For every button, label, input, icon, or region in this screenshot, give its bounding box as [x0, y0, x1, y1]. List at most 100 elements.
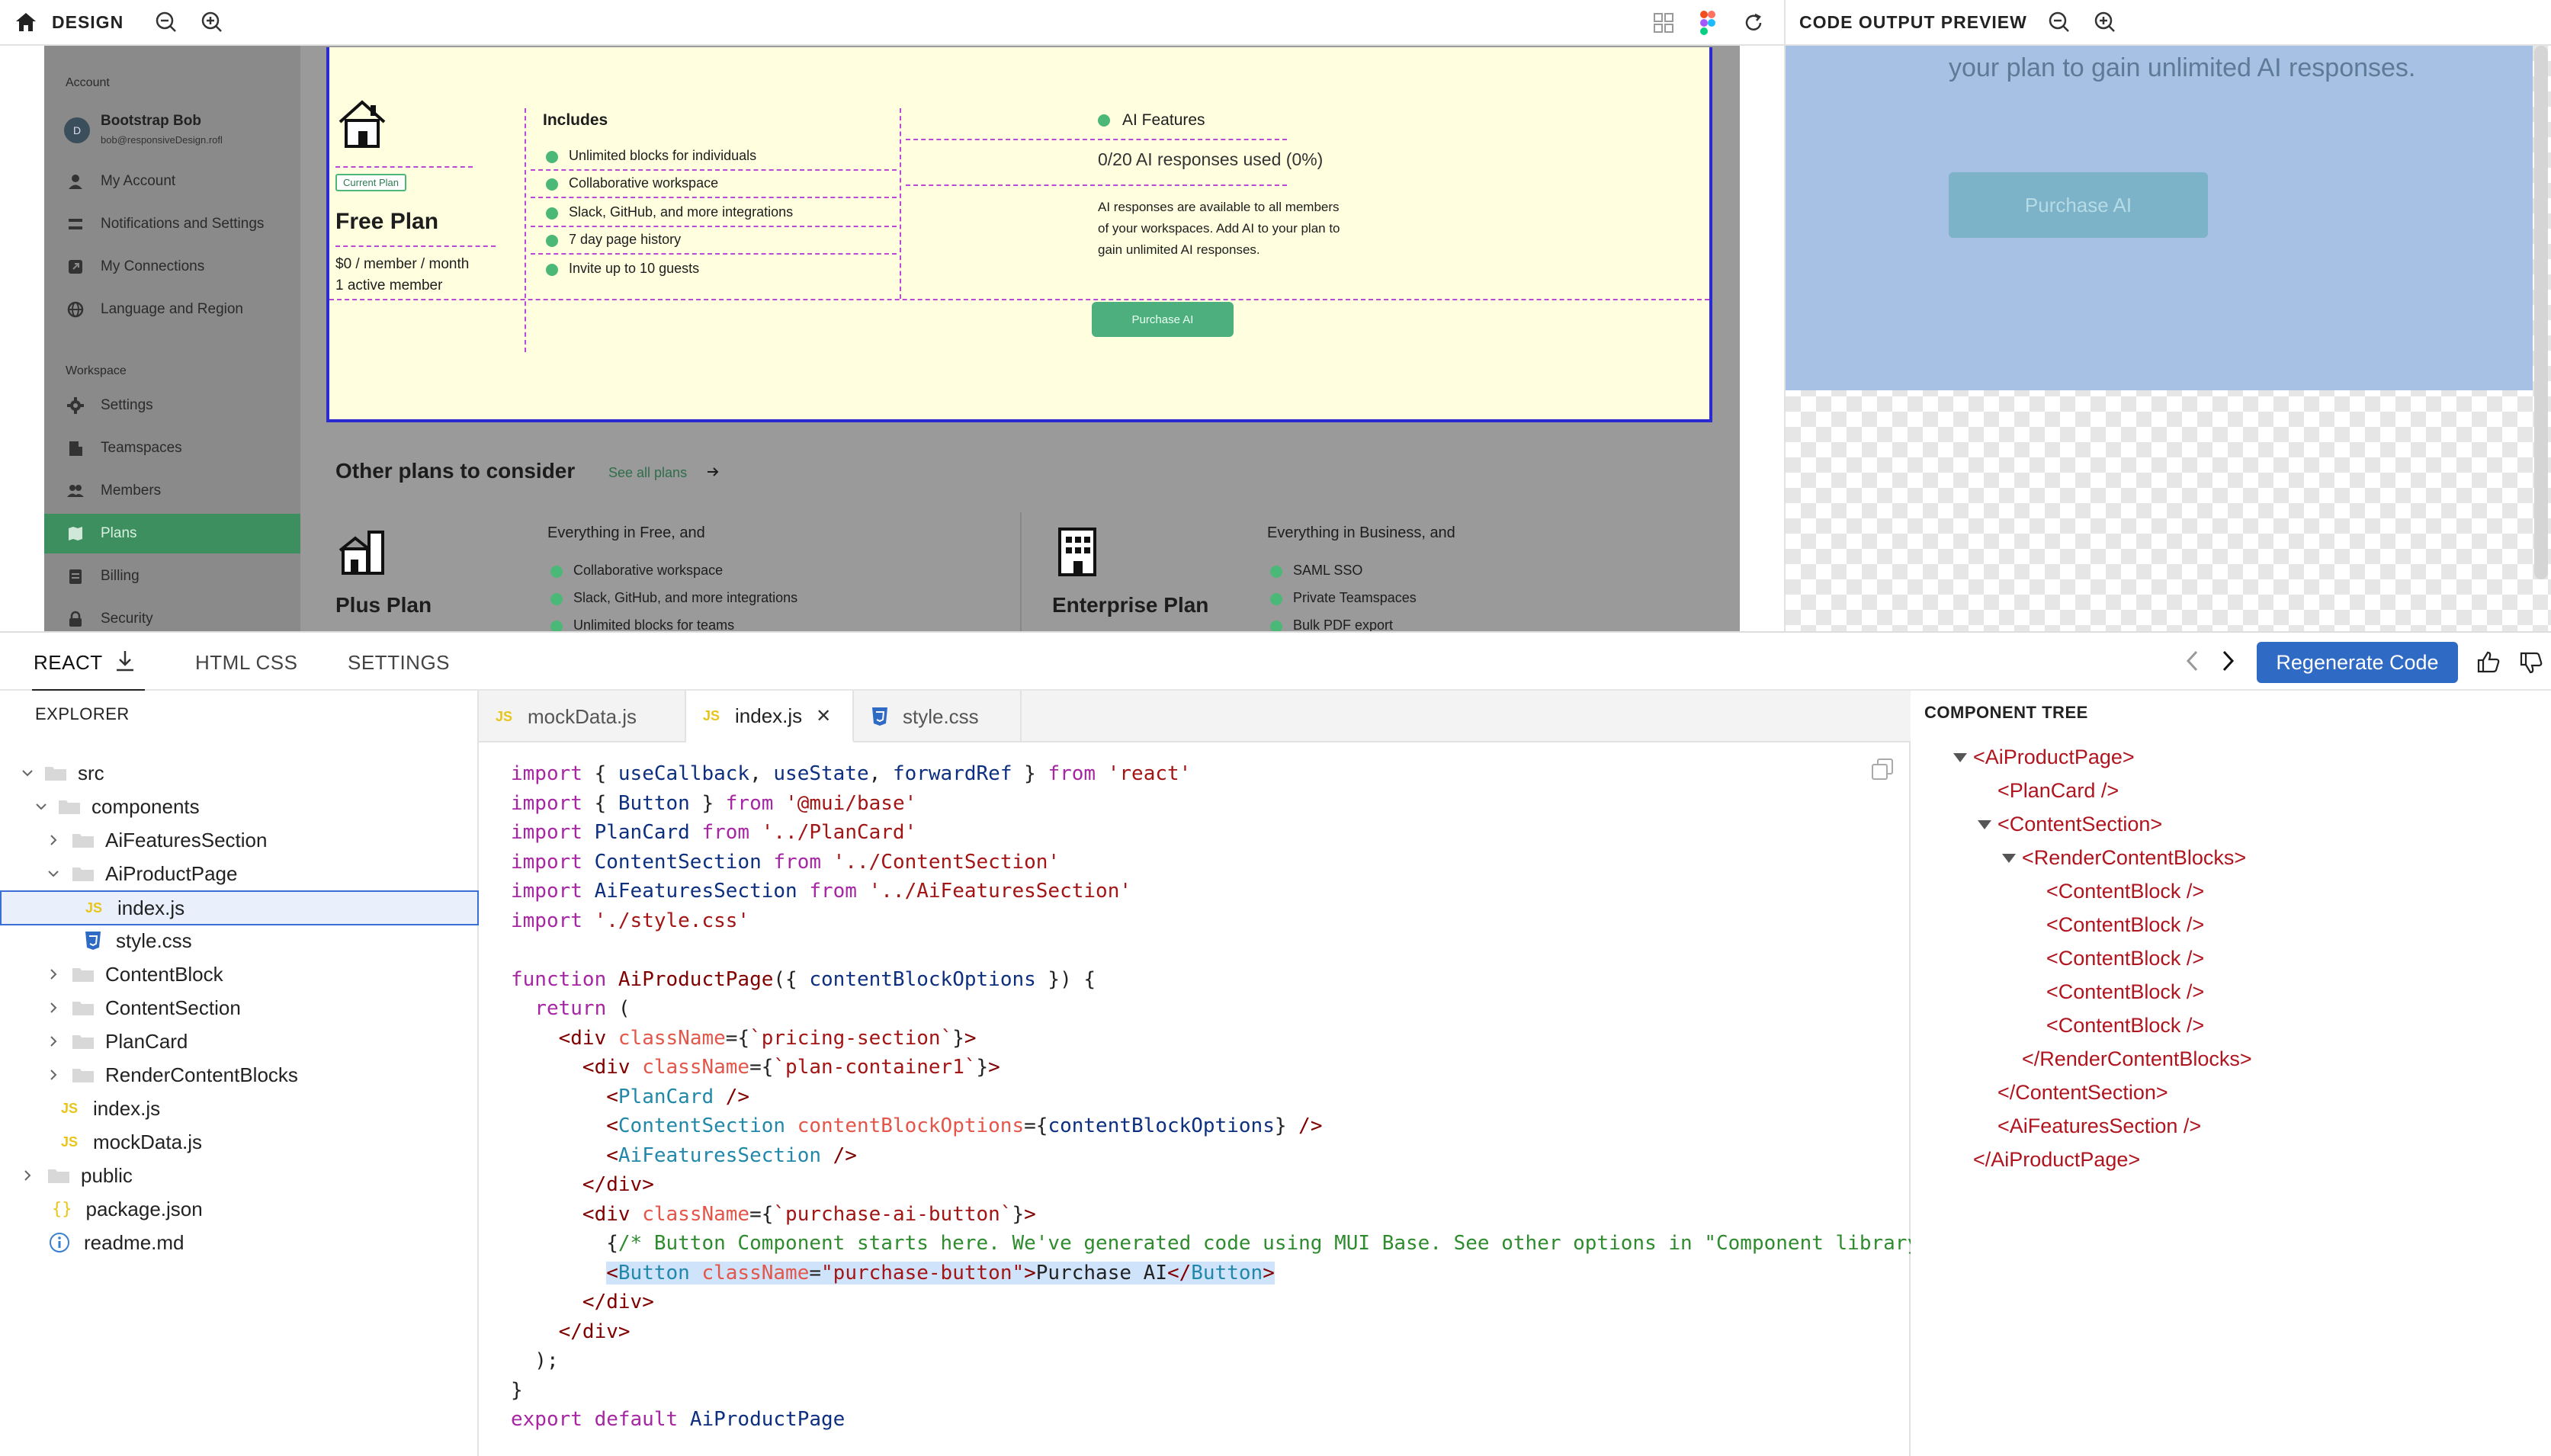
include-item: Collaborative workspace: [569, 175, 719, 191]
component-node[interactable]: <AiProductPage>: [1953, 746, 2135, 769]
tree-folder-src[interactable]: src: [0, 756, 479, 790]
current-plan-badge: Current Plan: [335, 174, 406, 191]
sidebar-item-connections[interactable]: My Connections: [44, 247, 300, 287]
tree-folder-aiproductpage[interactable]: AiProductPage: [0, 857, 479, 890]
includes-title: Includes: [543, 111, 608, 129]
tree-folder-aifeaturessection[interactable]: AiFeaturesSection: [0, 823, 479, 857]
component-node[interactable]: <ContentSection>: [1978, 813, 2162, 836]
tree-folder-contentsection[interactable]: ContentSection: [0, 991, 479, 1025]
tab-react[interactable]: REACT: [34, 651, 103, 675]
design-toolbar: DESIGN: [0, 0, 1784, 46]
preview-purchase-button[interactable]: Purchase AI: [1949, 172, 2208, 238]
sidebar-item-my-account[interactable]: My Account: [44, 162, 300, 201]
enterprise-feature: SAML SSO: [1293, 563, 1363, 578]
grid-view-icon[interactable]: [1648, 8, 1679, 38]
component-label: <AiProductPage>: [1973, 746, 2135, 768]
file-tab-label: style.css: [903, 704, 979, 728]
sidebar-item-teamspaces[interactable]: Teamspaces: [44, 428, 300, 468]
tree-folder-rendercontentblocks[interactable]: RenderContentBlocks: [0, 1058, 479, 1092]
sidebar-item-billing[interactable]: Billing: [44, 556, 300, 596]
tree-folder-plancard[interactable]: PlanCard: [0, 1025, 479, 1058]
tree-folder-contentblock[interactable]: ContentBlock: [0, 957, 479, 991]
chevron-right-icon: [46, 832, 61, 848]
download-icon[interactable]: [114, 649, 136, 672]
home-icon[interactable]: [11, 7, 41, 37]
tree-label: readme.md: [84, 1230, 185, 1254]
code-content[interactable]: import { useCallback, useState, forwardR…: [511, 759, 1919, 1435]
component-node[interactable]: </ContentSection>: [1997, 1081, 2168, 1105]
thumbs-down-icon[interactable]: [2519, 651, 2543, 675]
include-item: Unlimited blocks for individuals: [569, 148, 757, 163]
component-node[interactable]: <ContentBlock />: [2046, 913, 2204, 937]
figma-icon[interactable]: [1693, 8, 1723, 38]
design-canvas[interactable]: Account D Bootstrap Bob bob@responsiveDe…: [0, 46, 1784, 631]
check-icon: [546, 235, 558, 247]
tab-settings[interactable]: SETTINGS: [348, 651, 450, 675]
file-tab-index[interactable]: JS index.js ✕: [686, 691, 854, 742]
zoom-in-icon[interactable]: [197, 7, 227, 37]
file-tab-mockdata[interactable]: JS mockData.js: [479, 691, 686, 742]
component-node[interactable]: <ContentBlock />: [2046, 980, 2204, 1004]
user-email: bob@responsiveDesign.rofl: [101, 134, 223, 146]
tree-file-package-json[interactable]: {} package.json: [0, 1192, 479, 1226]
regenerate-code-button[interactable]: Regenerate Code: [2257, 642, 2458, 683]
file-tab-style[interactable]: style.css: [854, 691, 1022, 742]
see-all-plans-link[interactable]: See all plans: [608, 465, 687, 481]
component-node[interactable]: <AiFeaturesSection />: [1997, 1114, 2201, 1138]
preview-zoom-in-icon[interactable]: [2090, 7, 2120, 37]
purchase-ai-button[interactable]: Purchase AI: [1092, 302, 1234, 337]
tree-file-style-css[interactable]: style.css: [0, 924, 479, 957]
current-plan-card[interactable]: Current Plan Free Plan $0 / member / mon…: [326, 47, 1712, 422]
chevron-left-icon[interactable]: [2185, 649, 2200, 672]
sidebar-item-notifications[interactable]: Notifications and Settings: [44, 204, 300, 244]
preview-scrollbar[interactable]: [2534, 46, 2548, 579]
thumbs-up-icon[interactable]: [2476, 649, 2501, 674]
refresh-icon[interactable]: [1738, 8, 1769, 38]
lock-icon: [66, 609, 85, 629]
explorer-title: EXPLORER: [35, 704, 130, 723]
component-node[interactable]: <PlanCard />: [1997, 779, 2119, 803]
tree-folder-public[interactable]: public: [0, 1159, 479, 1192]
component-node[interactable]: <RenderContentBlocks>: [2002, 846, 2246, 870]
folder-icon: [72, 1066, 95, 1083]
component-label: <AiFeaturesSection />: [1997, 1114, 2202, 1137]
sidebar-item-plans[interactable]: Plans: [44, 514, 300, 553]
tree-file-readme-md[interactable]: readme.md: [0, 1226, 479, 1259]
tree-label: mockData.js: [93, 1130, 203, 1153]
component-node[interactable]: </AiProductPage>: [1973, 1148, 2140, 1172]
component-node[interactable]: <ContentBlock />: [2046, 1014, 2204, 1037]
zoom-out-icon[interactable]: [151, 7, 181, 37]
sidebar-item-security[interactable]: Security: [44, 599, 300, 631]
code-editor[interactable]: JS mockData.js JS index.js ✕ style.css i…: [479, 691, 1919, 1456]
close-icon[interactable]: ✕: [816, 705, 831, 727]
preview-zoom-out-icon[interactable]: [2044, 7, 2074, 37]
ai-features-title: AI Features: [1122, 111, 1205, 129]
plan-divider: [1020, 512, 1022, 631]
guide-line: [531, 253, 897, 255]
sidebar-item-members[interactable]: Members: [44, 471, 300, 511]
arrow-right-icon[interactable]: [706, 465, 720, 479]
chevron-right-icon[interactable]: [2220, 649, 2235, 672]
tree-file-index-js-selected[interactable]: JS index.js: [0, 890, 479, 925]
component-label: <ContentBlock />: [2046, 913, 2205, 936]
sidebar-item-language[interactable]: Language and Region: [44, 290, 300, 329]
sidebar-item-settings[interactable]: Settings: [44, 386, 300, 425]
tree-file-index-js[interactable]: JS index.js: [0, 1092, 479, 1125]
component-label: <ContentSection>: [1997, 813, 2163, 835]
component-node[interactable]: </RenderContentBlocks>: [2022, 1047, 2252, 1071]
tree-file-mockdata-js[interactable]: JS mockData.js: [0, 1125, 479, 1159]
sidebar-item-label: My Account: [101, 173, 176, 189]
component-node[interactable]: <ContentBlock />: [2046, 880, 2204, 903]
tab-html-css[interactable]: HTML CSS: [195, 651, 298, 675]
guide-line: [525, 108, 526, 352]
tree-folder-components[interactable]: components: [0, 790, 479, 823]
folder-icon: [72, 832, 95, 848]
component-tree-panel: COMPONENT TREE <AiProductPage> <PlanCard…: [1911, 691, 2551, 1456]
preview-title: CODE OUTPUT PREVIEW: [1799, 11, 2027, 32]
code-output-preview[interactable]: your plan to gain unlimited AI responses…: [1784, 46, 2551, 631]
receipt-icon: [66, 566, 85, 586]
guide-line: [335, 245, 496, 247]
component-tree-title: COMPONENT TREE: [1924, 703, 2088, 722]
component-label: <ContentBlock />: [2046, 947, 2205, 970]
component-node[interactable]: <ContentBlock />: [2046, 947, 2204, 970]
